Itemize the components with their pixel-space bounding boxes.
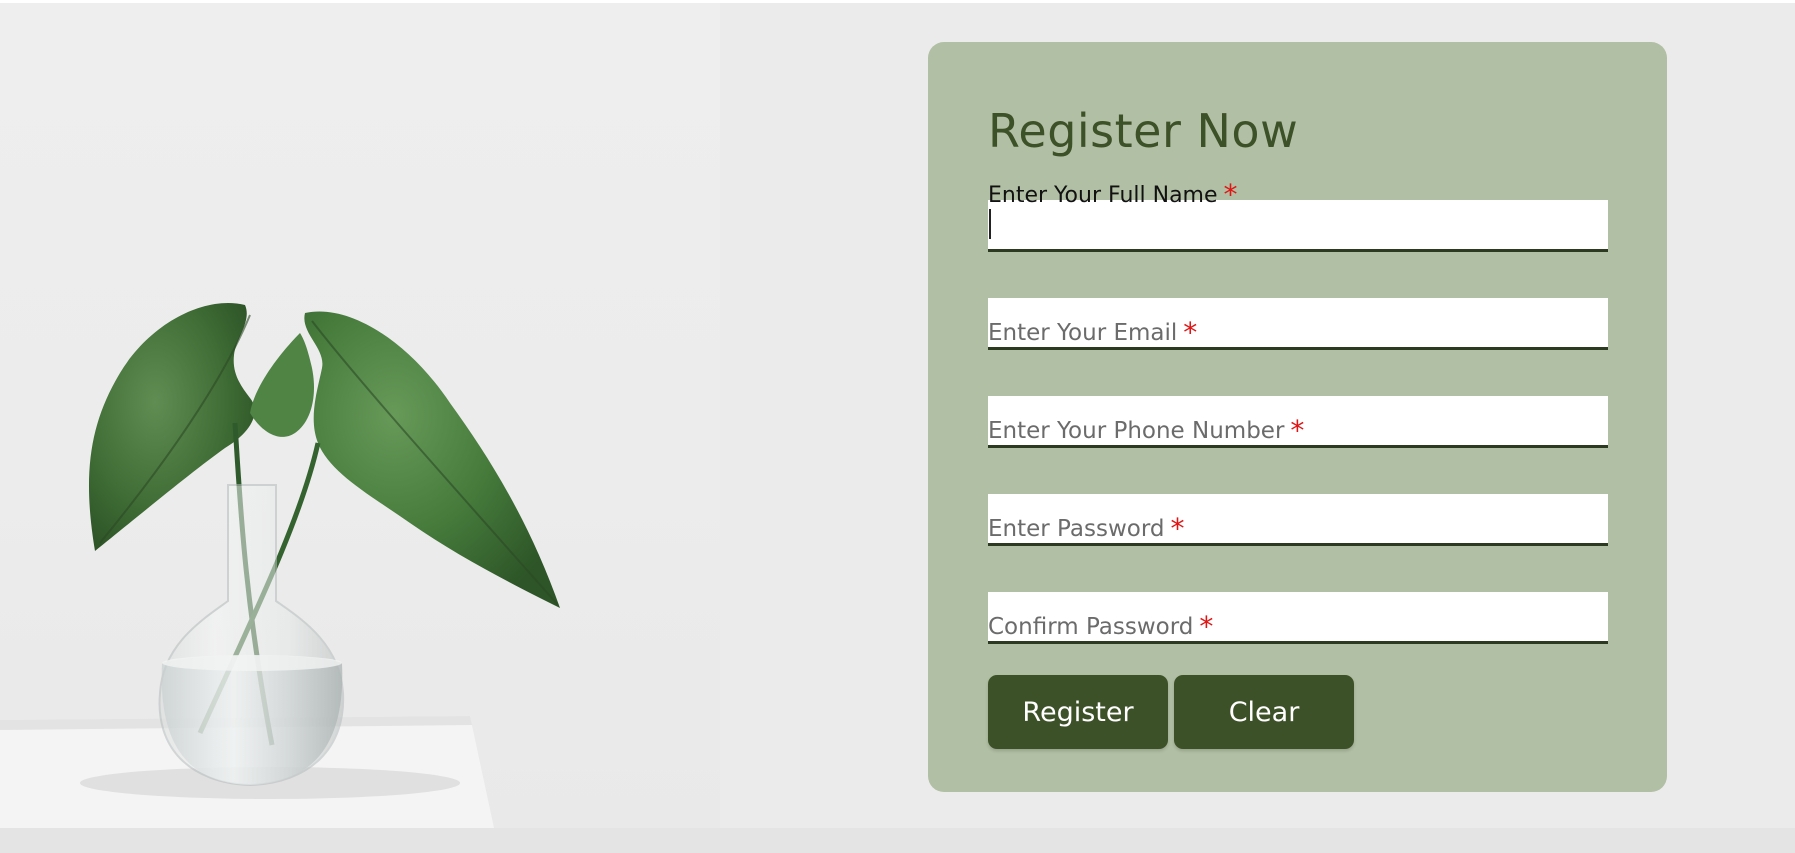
confirm-password-label: Confirm Password * [988, 611, 1213, 641]
email-label: Enter Your Email * [988, 317, 1197, 347]
registration-card: Register Now Enter Your Full Name * Enter… [928, 42, 1667, 792]
confirm-password-label-text: Confirm Password [988, 614, 1194, 640]
full-name-label: Enter Your Full Name * [988, 179, 1238, 209]
register-button[interactable]: Register [988, 675, 1168, 749]
clear-button[interactable]: Clear [1174, 675, 1354, 749]
hero-plant-image [0, 3, 720, 828]
text-caret [989, 209, 991, 239]
phone-label-text: Enter Your Phone Number [988, 418, 1285, 444]
bottom-border [0, 828, 1795, 853]
required-asterisk: * [1183, 316, 1198, 349]
required-asterisk: * [1223, 178, 1238, 211]
required-asterisk: * [1170, 512, 1185, 545]
required-asterisk: * [1199, 610, 1214, 643]
password-label: Enter Password * [988, 513, 1184, 543]
required-asterisk: * [1290, 414, 1305, 447]
phone-label: Enter Your Phone Number * [988, 415, 1304, 445]
email-label-text: Enter Your Email [988, 320, 1178, 346]
full-name-label-text: Enter Your Full Name [988, 183, 1218, 208]
password-label-text: Enter Password [988, 516, 1165, 542]
page-title: Register Now [988, 104, 1299, 158]
plant-vase-illustration [0, 302, 560, 828]
